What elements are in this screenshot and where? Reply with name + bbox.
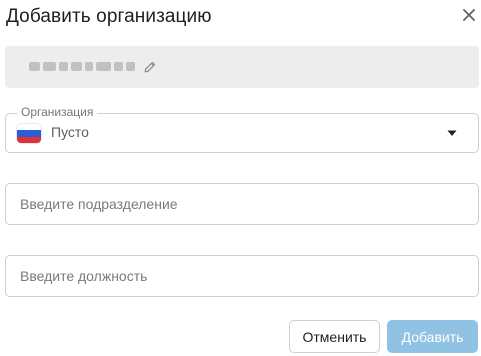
- add-organization-dialog: Добавить организацию Пусто Организация В…: [0, 0, 481, 356]
- cancel-button[interactable]: Отменить: [289, 320, 380, 353]
- pencil-icon[interactable]: [143, 60, 157, 74]
- user-name-box: [5, 46, 479, 88]
- add-button[interactable]: Добавить: [387, 320, 478, 353]
- organization-select[interactable]: Пусто: [5, 113, 479, 153]
- organization-value: Пусто: [51, 124, 89, 140]
- blurred-user-name: [29, 61, 135, 72]
- dialog-title: Добавить организацию: [6, 6, 212, 27]
- close-button[interactable]: [459, 5, 479, 25]
- organization-label: Организация: [17, 105, 98, 119]
- russia-flag-icon: [17, 124, 41, 143]
- close-icon: [463, 9, 475, 21]
- position-input[interactable]: [5, 255, 479, 297]
- subdivision-input[interactable]: [5, 183, 479, 225]
- caret-down-icon: [447, 130, 457, 136]
